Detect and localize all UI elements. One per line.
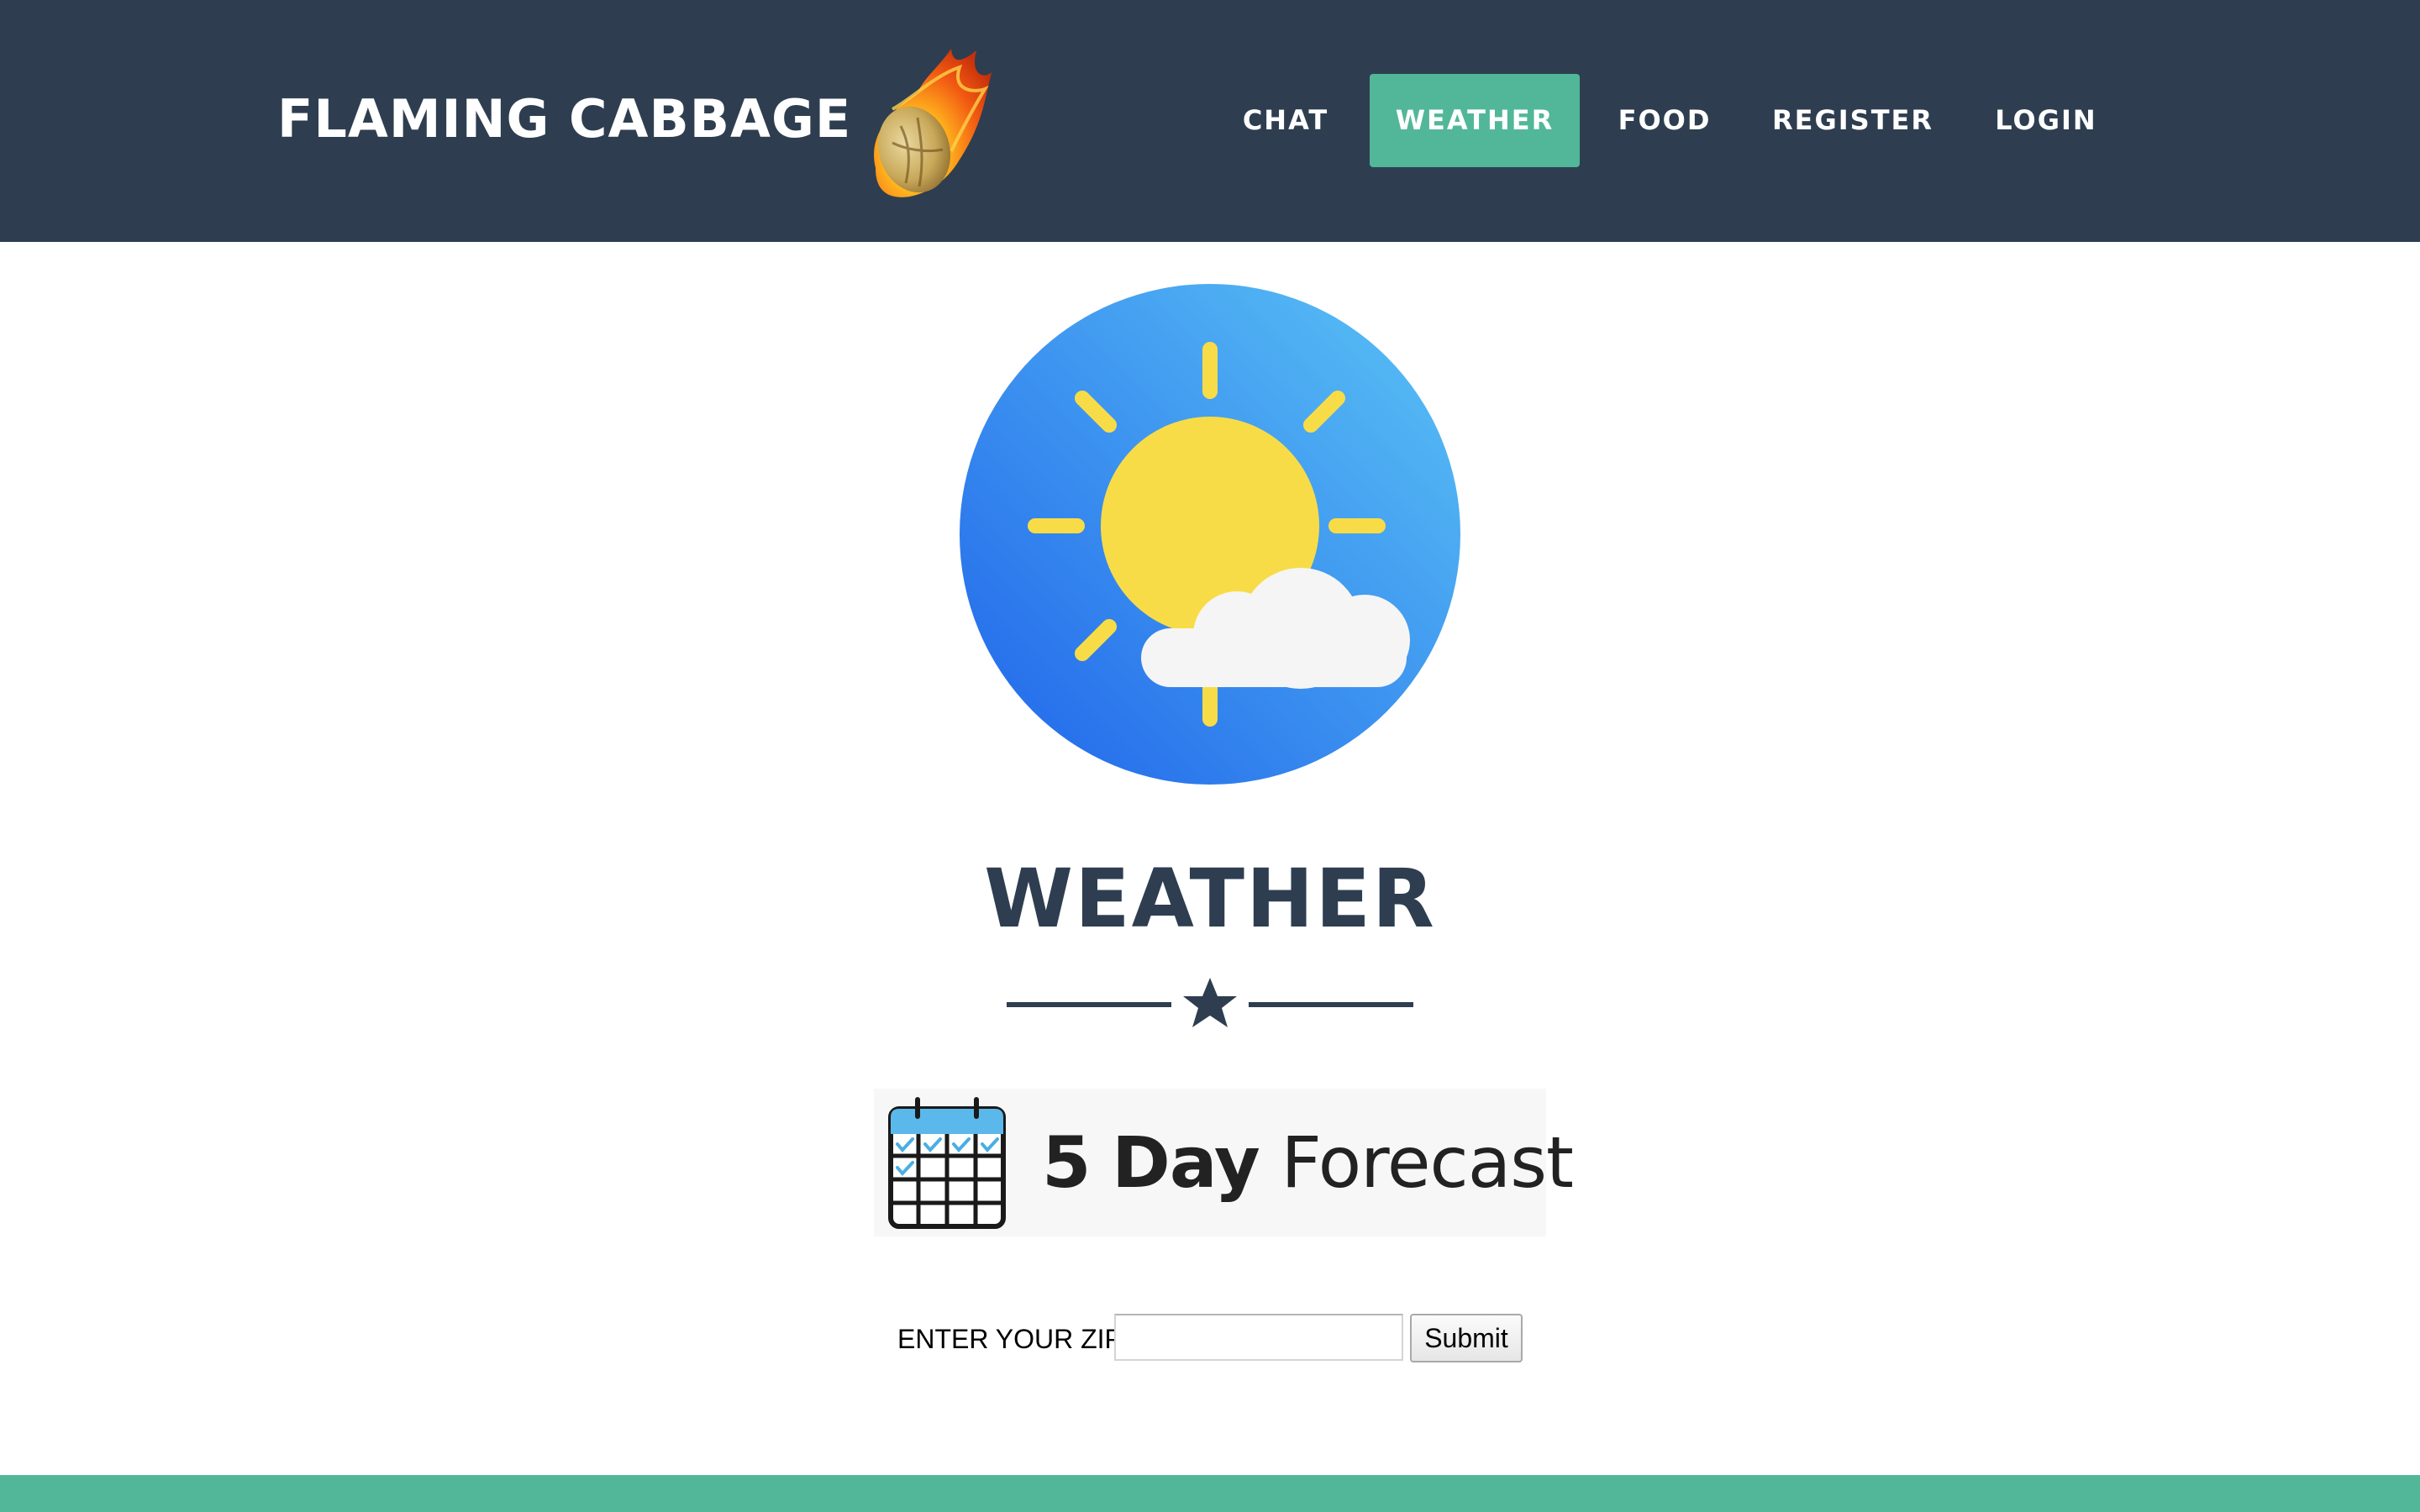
nav-item-chat[interactable]: CHAT	[1217, 74, 1355, 167]
nav-item-food[interactable]: FOOD	[1597, 74, 1733, 167]
forecast-heading: 5 Day Forecast	[1042, 1089, 1574, 1236]
flaming-cabbage-meteor-icon	[874, 49, 992, 197]
nav-item-weather[interactable]: WEATHER	[1370, 74, 1580, 167]
zip-input[interactable]	[1114, 1314, 1403, 1361]
calendar-icon	[888, 1097, 1006, 1229]
submit-button[interactable]: Submit	[1410, 1314, 1523, 1362]
footer-strip	[0, 1475, 2420, 1512]
forecast-day-word: Day	[1112, 1121, 1260, 1204]
nav-item-register[interactable]: REGISTER	[1756, 74, 1949, 167]
zip-label: ENTER YOUR ZIP	[897, 1324, 1123, 1354]
nav-item-login[interactable]: LOGIN	[1973, 74, 2119, 167]
page-title: WEATHER	[984, 852, 1436, 946]
top-navbar: FLAMING CABBAGE CHAT WEATHER FOOD REGIST…	[0, 0, 2420, 242]
sun-cloud-weather-icon	[960, 284, 1460, 785]
forecast-banner[interactable]: 5 Day Forecast	[874, 1089, 1574, 1236]
star-icon	[1183, 978, 1237, 1027]
title-divider	[1007, 978, 1413, 1027]
forecast-number: 5	[1042, 1121, 1091, 1204]
brand-name[interactable]: FLAMING CABBAGE	[277, 84, 851, 155]
forecast-word: Forecast	[1281, 1121, 1573, 1204]
